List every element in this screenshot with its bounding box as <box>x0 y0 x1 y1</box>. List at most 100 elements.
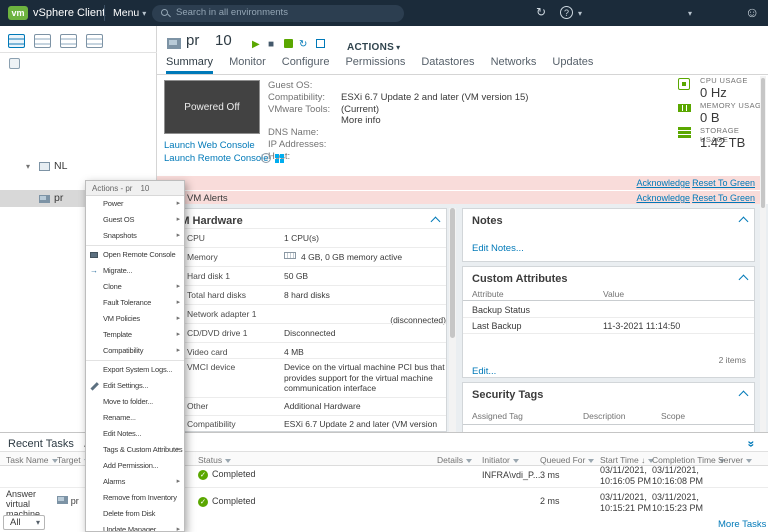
reset-to-green-link[interactable]: Reset To Green <box>692 193 755 203</box>
menu-item-edit-notes[interactable]: Edit Notes... <box>86 426 184 442</box>
menu-item-export-system-logs[interactable]: Export System Logs... <box>86 362 184 378</box>
nav-storage-icon[interactable] <box>60 34 77 48</box>
actions-menu-button[interactable]: ACTIONS▾ <box>347 42 400 53</box>
menu-item-add-permission[interactable]: Add Permission... <box>86 458 184 474</box>
hw-row-value: 4 GB, 0 GB memory active <box>301 252 446 263</box>
column-start-time[interactable]: Start Time ↓ <box>600 455 654 465</box>
power-on-icon[interactable]: ▶ <box>252 39 260 50</box>
launch-remote-console-link[interactable]: Launch Remote Console <box>164 153 269 164</box>
total-disks-link[interactable]: 8 hard disks <box>284 290 446 301</box>
tab-datastores[interactable]: Datastores <box>421 56 474 74</box>
feedback-smiley-icon[interactable]: ☺ <box>745 4 759 20</box>
column-header-description[interactable]: Description <box>583 411 626 421</box>
menu-item-fault-tolerance[interactable]: Fault Tolerance▸ <box>86 295 184 311</box>
tab-summary[interactable]: Summary <box>166 56 213 74</box>
tree-expand-caret-icon[interactable]: ▾ <box>26 158 30 175</box>
alert-row-2: VM Alerts Acknowledge Reset To Green <box>157 191 762 205</box>
table-divider <box>463 424 754 425</box>
collapse-chevron-icon[interactable] <box>739 391 749 401</box>
tabs-divider <box>157 74 768 75</box>
nav-networking-icon[interactable] <box>86 34 103 48</box>
more-info-link[interactable]: More info <box>341 115 381 126</box>
menu-item-alarms[interactable]: Alarms▸ <box>86 474 184 490</box>
submenu-arrow-icon: ▸ <box>177 295 180 311</box>
column-queued-for[interactable]: Queued For <box>540 455 594 465</box>
launch-web-console-link[interactable]: Launch Web Console <box>164 140 255 151</box>
task-queued-cell: 3 ms <box>540 470 560 480</box>
filter-caret-icon <box>513 459 519 463</box>
collapse-chevron-icon[interactable] <box>739 217 749 227</box>
menu-item-tags-custom-attributes[interactable]: Tags & Custom Attributes▸ <box>86 442 184 458</box>
more-tasks-link[interactable]: More Tasks <box>718 519 766 530</box>
column-status[interactable]: Status <box>198 455 231 465</box>
column-task-name[interactable]: Task Name <box>6 455 58 465</box>
column-header-assigned-tag[interactable]: Assigned Tag <box>472 411 523 421</box>
menu-item-edit-settings[interactable]: Edit Settings... <box>86 378 184 394</box>
tasks-filter-select[interactable]: All ▾ <box>3 515 45 530</box>
menu-item-snapshots[interactable]: Snapshots▸ <box>86 228 184 244</box>
collapse-chevron-icon[interactable] <box>739 275 749 285</box>
menu-item-compatibility[interactable]: Compatibility▸ <box>86 343 184 359</box>
guest-os-label: Guest OS: <box>268 80 312 91</box>
menu-item-vm-policies[interactable]: VM Policies▸ <box>86 311 184 327</box>
edit-notes-link[interactable]: Edit Notes... <box>472 243 524 254</box>
acknowledge-link[interactable]: Acknowledge <box>636 193 690 203</box>
menu-item-remove-from-inventory[interactable]: Remove from Inventory <box>86 490 184 506</box>
acknowledge-link[interactable]: Acknowledge <box>636 178 690 188</box>
refresh-icon[interactable]: ↻ <box>536 5 546 19</box>
snapshot-icon[interactable] <box>284 39 293 48</box>
menu-item-migrate[interactable]: →Migrate... <box>86 263 184 279</box>
info-icon[interactable]: i <box>261 153 271 163</box>
column-initiator[interactable]: Initiator <box>482 455 519 465</box>
submenu-arrow-icon: ▸ <box>177 212 180 228</box>
tab-permissions[interactable]: Permissions <box>345 56 405 74</box>
column-completion-time[interactable]: Completion Time <box>652 455 725 465</box>
column-header-scope[interactable]: Scope <box>661 411 685 421</box>
help-caret-icon[interactable]: ▾ <box>578 9 582 18</box>
vm-name-suffix: 10 <box>215 32 232 49</box>
user-menu-caret-icon[interactable]: ▾ <box>688 9 692 18</box>
search-input[interactable] <box>176 6 396 20</box>
menu-item-open-remote-console[interactable]: Open Remote Console <box>86 247 184 263</box>
console-thumbnail[interactable]: Powered Off <box>164 80 260 134</box>
vm-actions-context-menu: Actions - pr10 Power▸ Guest OS▸ Snapshot… <box>85 180 185 532</box>
shutdown-icon[interactable]: ■ <box>268 39 274 50</box>
inventory-tool-icon[interactable] <box>9 58 20 69</box>
tab-networks[interactable]: Networks <box>491 56 537 74</box>
launch-console-icon[interactable] <box>316 39 325 48</box>
vm-label: pr <box>54 190 63 207</box>
help-icon[interactable]: ? <box>560 6 573 19</box>
memory-bar-icon <box>284 252 296 259</box>
reset-to-green-link[interactable]: Reset To Green <box>692 178 755 188</box>
tree-node-datacenter[interactable]: ▾ NL <box>0 158 157 175</box>
tab-recent-tasks[interactable]: Recent Tasks <box>8 438 74 450</box>
collapse-panel-icon[interactable]: » <box>744 441 758 448</box>
menu-item-guest-os[interactable]: Guest OS▸ <box>86 212 184 228</box>
hw-row-label: VMCI device <box>187 362 287 372</box>
tab-configure[interactable]: Configure <box>282 56 330 74</box>
menu-item-delete-from-disk[interactable]: Delete from Disk <box>86 506 184 522</box>
column-details[interactable]: Details <box>437 455 472 465</box>
menu-item-template[interactable]: Template▸ <box>86 327 184 343</box>
tab-updates[interactable]: Updates <box>552 56 593 74</box>
menu-item-rename[interactable]: Rename... <box>86 410 184 426</box>
restart-icon[interactable]: ↻ <box>299 39 307 50</box>
nav-hosts-clusters-icon[interactable] <box>8 34 25 48</box>
scrollbar-thumb[interactable] <box>450 208 455 338</box>
scrollbar-thumb[interactable] <box>761 78 765 208</box>
menu-button[interactable]: Menu▾ <box>113 7 146 19</box>
filter-caret-icon <box>225 459 231 463</box>
collapse-chevron-icon[interactable] <box>431 217 441 227</box>
menu-item-move-to-folder[interactable]: Move to folder... <box>86 394 184 410</box>
menu-item-clone[interactable]: Clone▸ <box>86 279 184 295</box>
column-header-value[interactable]: Value <box>603 289 624 299</box>
menu-separator <box>86 360 184 361</box>
menu-item-update-manager[interactable]: Update Manager▸ <box>86 522 184 532</box>
column-server[interactable]: Server <box>718 455 752 465</box>
power-state-label: Powered Off <box>184 102 239 113</box>
edit-attributes-link[interactable]: Edit... <box>472 366 496 377</box>
menu-item-power[interactable]: Power▸ <box>86 196 184 212</box>
column-header-attribute[interactable]: Attribute <box>472 289 504 299</box>
tab-monitor[interactable]: Monitor <box>229 56 266 74</box>
nav-vms-templates-icon[interactable] <box>34 34 51 48</box>
